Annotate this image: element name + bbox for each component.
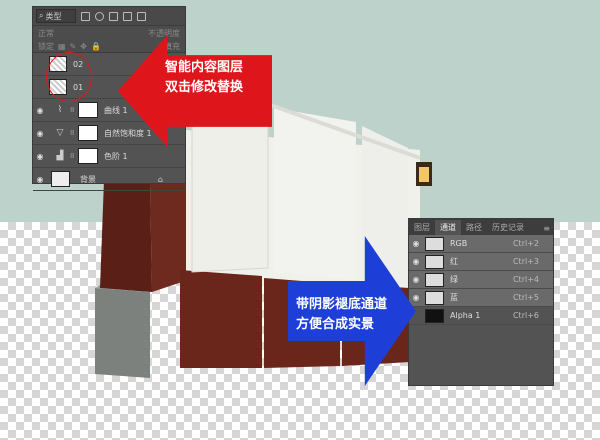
link-icon: 8 xyxy=(70,152,75,160)
background-thumbnail xyxy=(51,171,70,187)
eye-icon[interactable]: ◉ xyxy=(409,239,423,248)
highlight-circle xyxy=(46,52,92,102)
lock-icon: ⌂ xyxy=(157,174,163,184)
opacity-label[interactable]: 不透明度 xyxy=(148,28,180,39)
panel-menu-icon[interactable]: ≡ xyxy=(540,222,553,235)
channel-row[interactable]: ◉ 绿 Ctrl+4 xyxy=(409,271,553,289)
layers-filter-bar: ⌕ 类型 xyxy=(33,7,185,26)
layer-row[interactable]: ◉ 背景 ⌂ xyxy=(33,168,185,191)
lock-paint-icon[interactable]: ✎ xyxy=(70,42,77,51)
tab-layers[interactable]: 图层 xyxy=(409,220,435,235)
levels-icon: ▟ xyxy=(56,151,64,161)
channels-panel: 图层 通道 路径 历史记录 ≡ ◉ RGB Ctrl+2 ◉ 红 Ctrl+3 … xyxy=(408,218,554,386)
tab-channels[interactable]: 通道 xyxy=(435,220,461,235)
adjustment-filter-icon[interactable] xyxy=(95,11,104,21)
layer-name: 色阶 1 xyxy=(104,151,128,161)
channel-shortcut: Ctrl+3 xyxy=(512,257,539,266)
channel-row[interactable]: Alpha 1 Ctrl+6 xyxy=(409,307,553,325)
channel-shortcut: Ctrl+4 xyxy=(512,275,539,284)
eye-icon[interactable]: ◉ xyxy=(33,152,47,161)
lock-transparent-icon[interactable]: ▦ xyxy=(58,42,66,51)
lock-move-icon[interactable]: ✥ xyxy=(80,42,87,51)
channel-row[interactable]: ◉ RGB Ctrl+2 xyxy=(409,235,553,253)
panel-tabs: 图层 通道 路径 历史记录 ≡ xyxy=(409,219,553,235)
type-filter-icon[interactable] xyxy=(109,11,118,21)
red-callout-line: 双击修改替换 xyxy=(165,80,244,95)
blend-row: 正常 不透明度 xyxy=(33,26,185,40)
channel-thumbnail xyxy=(425,236,444,251)
channel-name: 蓝 xyxy=(450,293,458,302)
smart-object-filter-icon[interactable] xyxy=(137,11,146,21)
eye-icon[interactable]: ◉ xyxy=(409,275,423,284)
channel-name: 绿 xyxy=(450,275,458,284)
channel-thumbnail xyxy=(425,272,444,287)
red-callout-line: 智能内容图层 xyxy=(165,60,244,75)
layer-row[interactable]: ◉ ▟ 8 色阶 1 xyxy=(33,145,185,168)
eye-icon[interactable]: ◉ xyxy=(33,129,47,138)
filter-label: 类型 xyxy=(45,11,62,21)
channel-name: 红 xyxy=(450,257,458,266)
eye-icon[interactable]: ◉ xyxy=(409,293,423,302)
channel-name: Alpha 1 xyxy=(450,311,481,320)
pixel-filter-icon[interactable] xyxy=(81,11,90,21)
layer-mask-thumbnail[interactable] xyxy=(78,102,98,118)
channel-row[interactable]: ◉ 红 Ctrl+3 xyxy=(409,253,553,271)
blend-mode-select[interactable]: 正常 xyxy=(38,28,54,39)
channel-shortcut: Ctrl+5 xyxy=(512,293,539,302)
blue-callout-line: 方便合成实景 xyxy=(296,317,375,332)
red-callout-text: 智能内容图层 双击修改替换 xyxy=(165,58,243,98)
layer-mask-thumbnail[interactable] xyxy=(78,125,98,141)
blue-callout-text: 带阴影褪底通道 方便合成实景 xyxy=(296,295,387,335)
layer-filter-dropdown[interactable]: ⌕ 类型 xyxy=(36,9,76,23)
link-icon: 8 xyxy=(70,106,75,114)
channel-name: RGB xyxy=(450,239,468,248)
lock-all-icon[interactable]: 🔒 xyxy=(91,42,101,51)
tab-history[interactable]: 历史记录 xyxy=(487,220,529,235)
channel-thumbnail xyxy=(425,254,444,269)
lock-label: 锁定 xyxy=(38,41,54,51)
channel-row[interactable]: ◉ 蓝 Ctrl+5 xyxy=(409,289,553,307)
curves-icon: ⌇ xyxy=(57,105,63,115)
tab-paths[interactable]: 路径 xyxy=(461,220,487,235)
blue-callout-line: 带阴影褪底通道 xyxy=(296,297,388,312)
eye-icon[interactable]: ◉ xyxy=(33,175,47,184)
link-icon: 8 xyxy=(70,129,75,137)
channel-thumbnail xyxy=(425,308,444,323)
search-icon: ⌕ xyxy=(39,11,44,20)
channel-shortcut: Ctrl+2 xyxy=(512,239,539,248)
layer-name: 曲线 1 xyxy=(104,105,128,115)
layer-name: 背景 xyxy=(80,174,96,184)
channel-shortcut: Ctrl+6 xyxy=(512,311,539,320)
vibrance-icon: ▽ xyxy=(56,128,64,138)
layer-mask-thumbnail[interactable] xyxy=(78,148,98,164)
channel-thumbnail xyxy=(425,290,444,305)
eye-icon[interactable]: ◉ xyxy=(33,106,47,115)
shape-filter-icon[interactable] xyxy=(123,11,132,21)
layer-name: 自然饱和度 1 xyxy=(104,128,152,138)
eye-icon[interactable]: ◉ xyxy=(409,257,423,266)
